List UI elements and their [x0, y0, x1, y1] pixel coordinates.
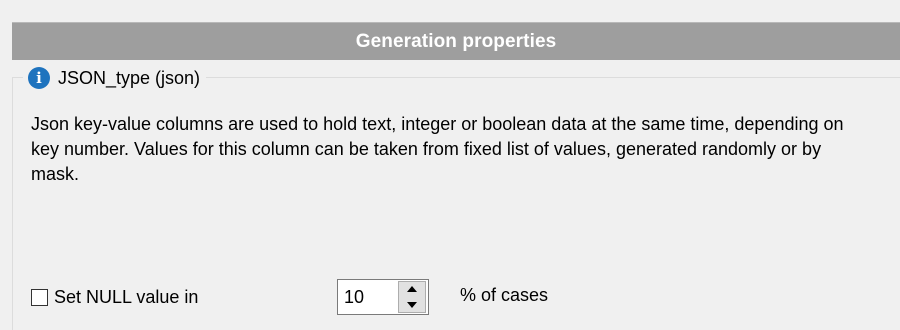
description-text: Json key-value columns are used to hold …: [31, 114, 844, 184]
info-icon: i: [28, 67, 50, 89]
spin-buttons: [398, 281, 426, 313]
null-percent-spinner: [337, 279, 429, 315]
column-type-label: JSON_type (json): [58, 67, 201, 88]
spin-down-button[interactable]: [399, 297, 425, 312]
group-legend: i JSON_type (json): [23, 64, 207, 92]
null-percent-input[interactable]: [344, 280, 394, 314]
arrow-down-icon: [407, 302, 417, 308]
set-null-label[interactable]: Set NULL value in: [54, 287, 198, 308]
percent-of-cases-label: % of cases: [460, 285, 549, 305]
header-bar: Generation properties: [12, 22, 900, 60]
header-title: Generation properties: [355, 31, 557, 52]
spin-up-button[interactable]: [399, 282, 425, 298]
generation-properties-panel: Generation properties i JSON_type (json)…: [0, 0, 900, 330]
set-null-checkbox[interactable]: [31, 288, 48, 306]
null-option-row: Set NULL value in: [31, 282, 198, 312]
arrow-up-icon: [407, 286, 417, 292]
